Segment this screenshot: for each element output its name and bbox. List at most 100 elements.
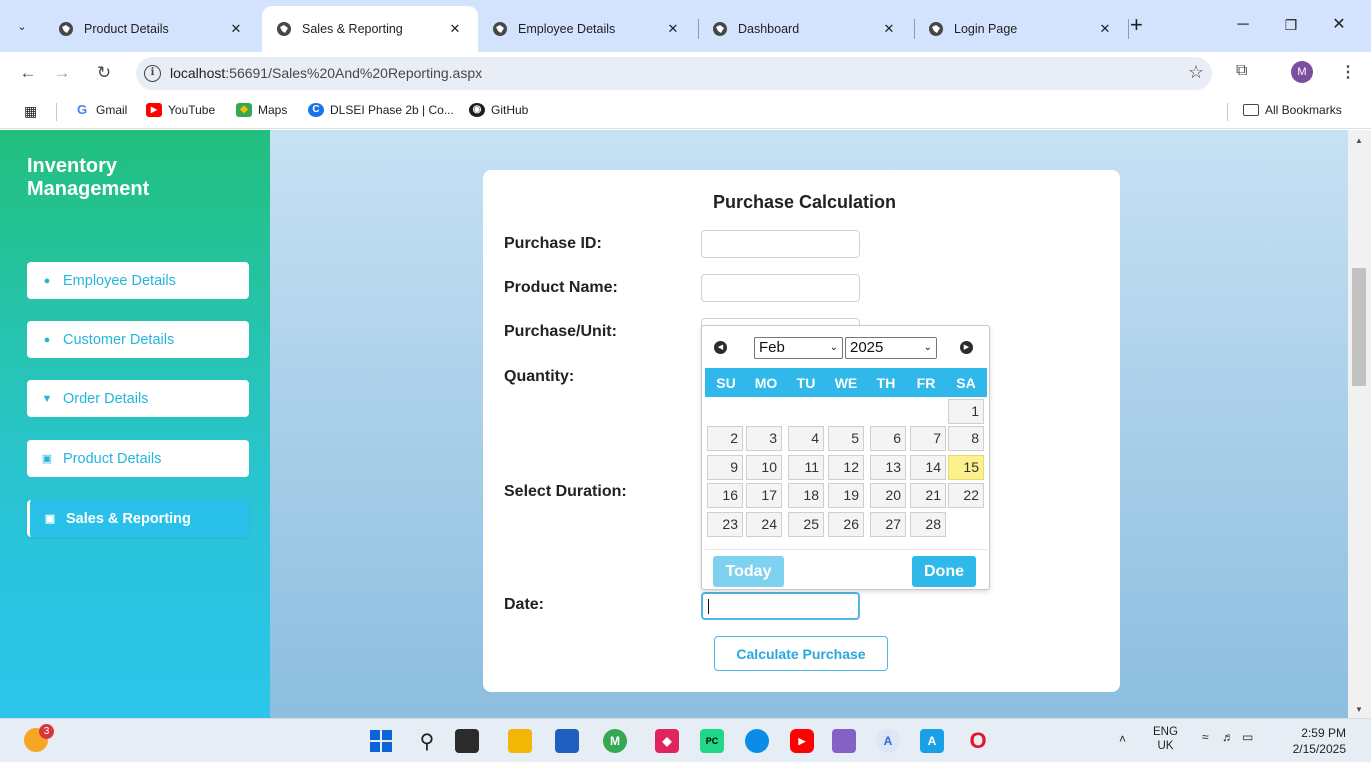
day-cell[interactable]: 14 — [910, 455, 946, 480]
day-cell[interactable]: 7 — [910, 426, 946, 451]
bookmark-github[interactable]: ◉ GitHub — [469, 103, 528, 117]
task-view-icon[interactable] — [455, 729, 479, 753]
close-icon[interactable]: ✕ — [664, 21, 682, 37]
month-select[interactable]: Feb ⌄ — [754, 337, 843, 359]
day-cell[interactable]: 12 — [828, 455, 864, 480]
sidebar-item-sales-reporting[interactable]: ▣ Sales & Reporting — [27, 500, 249, 537]
window-close-button[interactable]: ✕ — [1324, 14, 1354, 36]
tab-dashboard[interactable]: Dashboard ✕ — [698, 6, 912, 52]
day-cell[interactable]: 11 — [788, 455, 824, 480]
day-cell[interactable]: 24 — [746, 512, 782, 537]
git-tool-icon[interactable]: ◆ — [655, 729, 679, 753]
next-month-icon[interactable]: ▶ — [960, 341, 973, 354]
day-cell[interactable]: 15 — [948, 455, 984, 480]
bookmark-gmail[interactable]: G Gmail — [74, 103, 127, 118]
sidebar-item-order-details[interactable]: ▼ Order Details — [27, 380, 249, 417]
day-cell[interactable]: 5 — [828, 426, 864, 451]
purchase-id-input[interactable] — [701, 230, 860, 258]
battery-icon[interactable]: ▭ — [1242, 730, 1253, 744]
close-icon[interactable]: ✕ — [1096, 21, 1114, 37]
vertical-scrollbar[interactable]: ▲ ▼ — [1348, 130, 1371, 718]
day-cell[interactable]: 2 — [707, 426, 743, 451]
app-icon[interactable]: A — [876, 729, 900, 753]
wifi-icon[interactable]: ≈ — [1202, 730, 1209, 744]
visual-studio-icon[interactable] — [832, 729, 856, 753]
azure-data-studio-icon[interactable]: A — [920, 729, 944, 753]
tab-product-details[interactable]: Product Details ✕ — [44, 6, 259, 52]
day-cell[interactable]: 6 — [870, 426, 906, 451]
opera-icon[interactable]: O — [966, 728, 990, 753]
back-button[interactable]: ← — [16, 62, 40, 84]
store-icon[interactable] — [555, 729, 579, 753]
reload-button[interactable]: ↻ — [92, 62, 116, 84]
bookmark-dlsei[interactable]: C DLSEI Phase 2b | Co... — [308, 103, 454, 117]
product-name-input[interactable] — [701, 274, 860, 302]
scroll-down-icon[interactable]: ▼ — [1355, 705, 1363, 714]
calculate-purchase-button[interactable]: Calculate Purchase — [714, 636, 888, 671]
day-cell[interactable]: 9 — [707, 455, 743, 480]
day-cell[interactable]: 21 — [910, 483, 946, 508]
tab-employee-details[interactable]: Employee Details ✕ — [478, 6, 696, 52]
close-icon[interactable]: ✕ — [227, 21, 245, 37]
day-cell[interactable]: 18 — [788, 483, 824, 508]
search-icon[interactable]: ⚲ — [415, 729, 439, 753]
profile-avatar[interactable]: M — [1291, 61, 1313, 83]
chrome-icon[interactable]: M — [603, 729, 627, 753]
year-select[interactable]: 2025 ⌄ — [845, 337, 937, 359]
day-cell[interactable]: 8 — [948, 426, 984, 451]
minimize-button[interactable]: ─ — [1228, 14, 1258, 36]
day-cell[interactable]: 1 — [948, 399, 984, 424]
bookmark-star-icon[interactable]: ☆ — [1188, 62, 1204, 83]
day-cell[interactable]: 25 — [788, 512, 824, 537]
tab-login-page[interactable]: Login Page ✕ — [914, 6, 1128, 52]
day-cell[interactable]: 27 — [870, 512, 906, 537]
day-cell[interactable]: 17 — [746, 483, 782, 508]
site-info-icon[interactable]: i — [144, 65, 161, 82]
day-cell[interactable]: 10 — [746, 455, 782, 480]
date-input[interactable] — [701, 592, 860, 620]
day-cell[interactable]: 23 — [707, 512, 743, 537]
chevron-up-icon[interactable]: ˄ — [1119, 732, 1126, 746]
menu-kebab-icon[interactable]: ⋮ — [1340, 62, 1356, 82]
start-icon[interactable] — [369, 729, 393, 753]
prev-month-icon[interactable]: ◀ — [714, 341, 727, 354]
bookmark-youtube[interactable]: ▶ YouTube — [146, 103, 215, 117]
day-cell[interactable]: 19 — [828, 483, 864, 508]
today-button[interactable]: Today — [713, 556, 784, 587]
url-text[interactable]: localhost:56691/Sales%20And%20Reporting.… — [170, 65, 482, 81]
scroll-up-icon[interactable]: ▲ — [1355, 136, 1363, 145]
day-cell[interactable]: 4 — [788, 426, 824, 451]
language-indicator[interactable]: ENG UK — [1153, 725, 1178, 753]
day-cell[interactable]: 16 — [707, 483, 743, 508]
volume-icon[interactable]: ♬ — [1222, 730, 1234, 744]
sidebar-item-product-details[interactable]: ▣ Product Details — [27, 440, 249, 477]
apps-grid-icon[interactable]: ▦ — [24, 103, 37, 120]
done-button[interactable]: Done — [912, 556, 976, 587]
close-icon[interactable]: ✕ — [446, 21, 464, 37]
forward-button[interactable]: → — [50, 62, 74, 84]
day-cell[interactable]: 20 — [870, 483, 906, 508]
close-icon[interactable]: ✕ — [880, 21, 898, 37]
day-cell[interactable]: 26 — [828, 512, 864, 537]
address-bar[interactable]: i localhost:56691/Sales%20And%20Reportin… — [136, 57, 1212, 90]
pycharm-icon[interactable]: PC — [700, 729, 724, 753]
day-cell[interactable]: 22 — [948, 483, 984, 508]
youtube-app-icon[interactable]: ▶ — [790, 729, 814, 753]
tab-sales-reporting[interactable]: Sales & Reporting ✕ — [262, 6, 478, 52]
day-cell[interactable]: 13 — [870, 455, 906, 480]
clock[interactable]: 2:59 PM 2/15/2025 — [1290, 725, 1346, 757]
day-cell[interactable]: 3 — [746, 426, 782, 451]
edge-icon[interactable] — [745, 729, 769, 753]
day-cell[interactable]: 28 — [910, 512, 946, 537]
sidebar-item-customer-details[interactable]: ●​ Customer Details — [27, 321, 249, 358]
tab-search-button[interactable]: ⌄ — [8, 12, 36, 40]
scrollbar-thumb[interactable] — [1352, 268, 1366, 386]
bookmark-maps[interactable]: ◆ Maps — [236, 103, 287, 117]
sidebar-item-employee-details[interactable]: ● Employee Details — [27, 262, 249, 299]
weather-widget-icon[interactable]: 3 — [24, 724, 54, 752]
new-tab-button[interactable]: + — [1130, 14, 1143, 36]
extensions-icon[interactable]: ⧉ — [1236, 62, 1247, 80]
file-explorer-icon[interactable] — [508, 729, 532, 753]
all-bookmarks[interactable]: All Bookmarks — [1243, 103, 1342, 117]
restore-button[interactable]: ❐ — [1276, 14, 1306, 36]
